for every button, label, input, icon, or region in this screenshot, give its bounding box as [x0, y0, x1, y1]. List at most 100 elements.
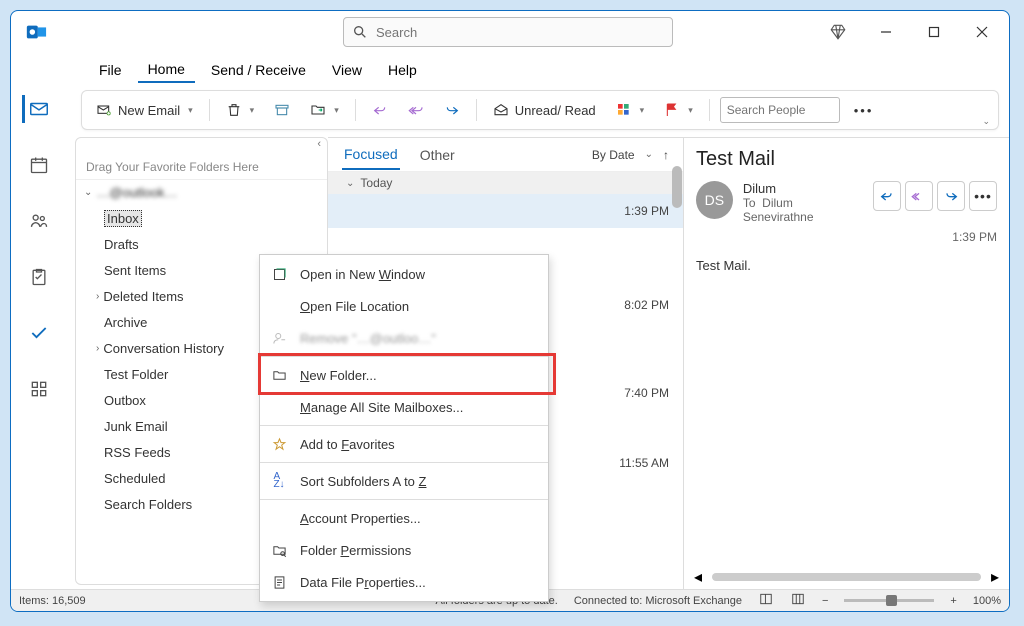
- zoom-slider[interactable]: [844, 599, 934, 602]
- reply-button[interactable]: [873, 181, 901, 211]
- folder-search-icon: [270, 543, 288, 558]
- folder-label: Outbox: [104, 393, 146, 408]
- ribbon-more-button[interactable]: •••: [848, 100, 880, 121]
- categories-icon: [616, 102, 632, 118]
- inbox-tabs: Focused Other By Date⌄↑: [328, 138, 683, 172]
- menu-sendreceive[interactable]: Send / Receive: [201, 58, 316, 82]
- separator: [476, 99, 477, 121]
- ctx-label: Add to Favorites: [300, 437, 395, 452]
- message-time: 11:55 AM: [619, 456, 669, 470]
- forward-icon: [444, 102, 460, 118]
- menu-help[interactable]: Help: [378, 58, 427, 82]
- view-reading-icon[interactable]: [790, 592, 806, 609]
- ctx-label: Folder Permissions: [300, 543, 411, 558]
- zoom-out-button[interactable]: −: [822, 595, 828, 607]
- separator: [209, 99, 210, 121]
- zoom-level: 100%: [973, 595, 1001, 607]
- delete-button[interactable]: ▾: [220, 99, 261, 121]
- horizontal-scrollbar[interactable]: ◂▸: [694, 571, 999, 583]
- scrollbar-thumb[interactable]: [672, 166, 682, 208]
- close-button[interactable]: [971, 21, 993, 43]
- to-label: To: [743, 196, 756, 210]
- ctx-data-file-properties[interactable]: Data File Properties...: [260, 566, 548, 598]
- global-search-input[interactable]: [376, 25, 664, 40]
- forward-button[interactable]: [438, 99, 466, 121]
- flag-button[interactable]: ▾: [658, 99, 699, 121]
- message-body: Test Mail.: [696, 258, 997, 273]
- sender-row: DS Dilum To Dilum Senevirathne •••: [696, 181, 997, 224]
- rail-tasks-icon[interactable]: [25, 263, 53, 291]
- folder-label: Test Folder: [104, 367, 168, 382]
- folder-label: Archive: [104, 315, 147, 330]
- zoom-in-button[interactable]: +: [950, 595, 956, 607]
- menu-home[interactable]: Home: [138, 57, 195, 83]
- maximize-button[interactable]: [923, 21, 945, 43]
- ctx-new-folder[interactable]: New Folder...: [260, 359, 548, 391]
- ctx-folder-permissions[interactable]: Folder Permissions: [260, 534, 548, 566]
- ctx-account-properties[interactable]: Account Properties...: [260, 502, 548, 534]
- forward-button[interactable]: [937, 181, 965, 211]
- module-rail: [11, 53, 67, 589]
- reply-all-button[interactable]: [905, 181, 933, 211]
- ctx-sort-subfolders[interactable]: AZ↓Sort Subfolders A to Z: [260, 465, 548, 497]
- ctx-label: Account Properties...: [300, 511, 421, 526]
- chevron-right-icon: ›: [96, 291, 99, 302]
- rail-todo-icon[interactable]: [25, 319, 53, 347]
- rail-mail-icon[interactable]: [22, 95, 50, 123]
- ctx-add-to-favorites[interactable]: Add to Favorites: [260, 428, 548, 460]
- folder-label: Conversation History: [103, 341, 224, 356]
- unread-read-button[interactable]: Unread/ Read: [487, 99, 602, 121]
- unread-read-label: Unread/ Read: [515, 103, 596, 118]
- menu-file[interactable]: File: [89, 58, 132, 82]
- group-label: Today: [360, 176, 392, 190]
- titlebar-controls: [827, 21, 1001, 43]
- new-email-label: New Email: [118, 103, 180, 118]
- account-header[interactable]: ⌄…@outlook…: [76, 180, 327, 205]
- rail-more-apps-icon[interactable]: [25, 375, 53, 403]
- group-header-today[interactable]: ⌄ Today: [328, 172, 683, 194]
- ctx-label: Sort Subfolders A to Z: [300, 474, 426, 489]
- rail-calendar-icon[interactable]: [25, 151, 53, 179]
- tab-other[interactable]: Other: [418, 141, 457, 169]
- reply-icon: [372, 102, 388, 118]
- folder-label: Search Folders: [104, 497, 192, 512]
- ribbon-collapse-icon[interactable]: ⌄: [982, 116, 990, 129]
- archive-button[interactable]: [268, 99, 296, 121]
- folder-icon: [270, 368, 288, 383]
- minimize-button[interactable]: [875, 21, 897, 43]
- folder-label: Deleted Items: [103, 289, 183, 304]
- premium-icon[interactable]: [827, 21, 849, 43]
- ctx-open-file-location[interactable]: Open File Location: [260, 290, 548, 322]
- ctx-label: Open in New Window: [300, 267, 425, 282]
- reply-button[interactable]: [366, 99, 394, 121]
- rail-people-icon[interactable]: [25, 207, 53, 235]
- menu-view[interactable]: View: [322, 58, 372, 82]
- new-window-icon: [270, 267, 288, 282]
- folder-inbox[interactable]: Inbox: [76, 205, 327, 231]
- message-time: 1:39 PM: [696, 230, 997, 244]
- message-actions: •••: [873, 181, 997, 211]
- ctx-open-new-window[interactable]: Open in New Window: [260, 258, 548, 290]
- properties-icon: [270, 575, 288, 590]
- mail-subject: Test Mail: [696, 148, 997, 171]
- view-normal-icon[interactable]: [758, 592, 774, 609]
- person-remove-icon: [270, 331, 288, 346]
- categories-button[interactable]: ▾: [610, 99, 651, 121]
- folder-label: Junk Email: [104, 419, 168, 434]
- message-row[interactable]: 1:39 PM: [328, 194, 683, 228]
- ctx-manage-site-mailboxes[interactable]: Manage All Site Mailboxes...: [260, 391, 548, 423]
- tab-focused[interactable]: Focused: [342, 140, 400, 170]
- reply-all-button[interactable]: [402, 99, 430, 121]
- global-search[interactable]: [343, 17, 673, 47]
- collapse-folder-pane-icon[interactable]: ‹: [76, 138, 327, 156]
- more-actions-button[interactable]: •••: [969, 181, 997, 211]
- chevron-down-icon: ⌄: [346, 178, 354, 189]
- flag-icon: [664, 102, 680, 118]
- search-people-input[interactable]: [720, 97, 840, 123]
- outlook-app-icon: [25, 21, 47, 43]
- new-email-button[interactable]: New Email ▾: [90, 99, 199, 121]
- envelope-icon: [96, 102, 112, 118]
- sort-control[interactable]: By Date⌄↑: [592, 148, 669, 162]
- move-button[interactable]: ▾: [304, 99, 345, 121]
- ctx-label: Open File Location: [300, 299, 409, 314]
